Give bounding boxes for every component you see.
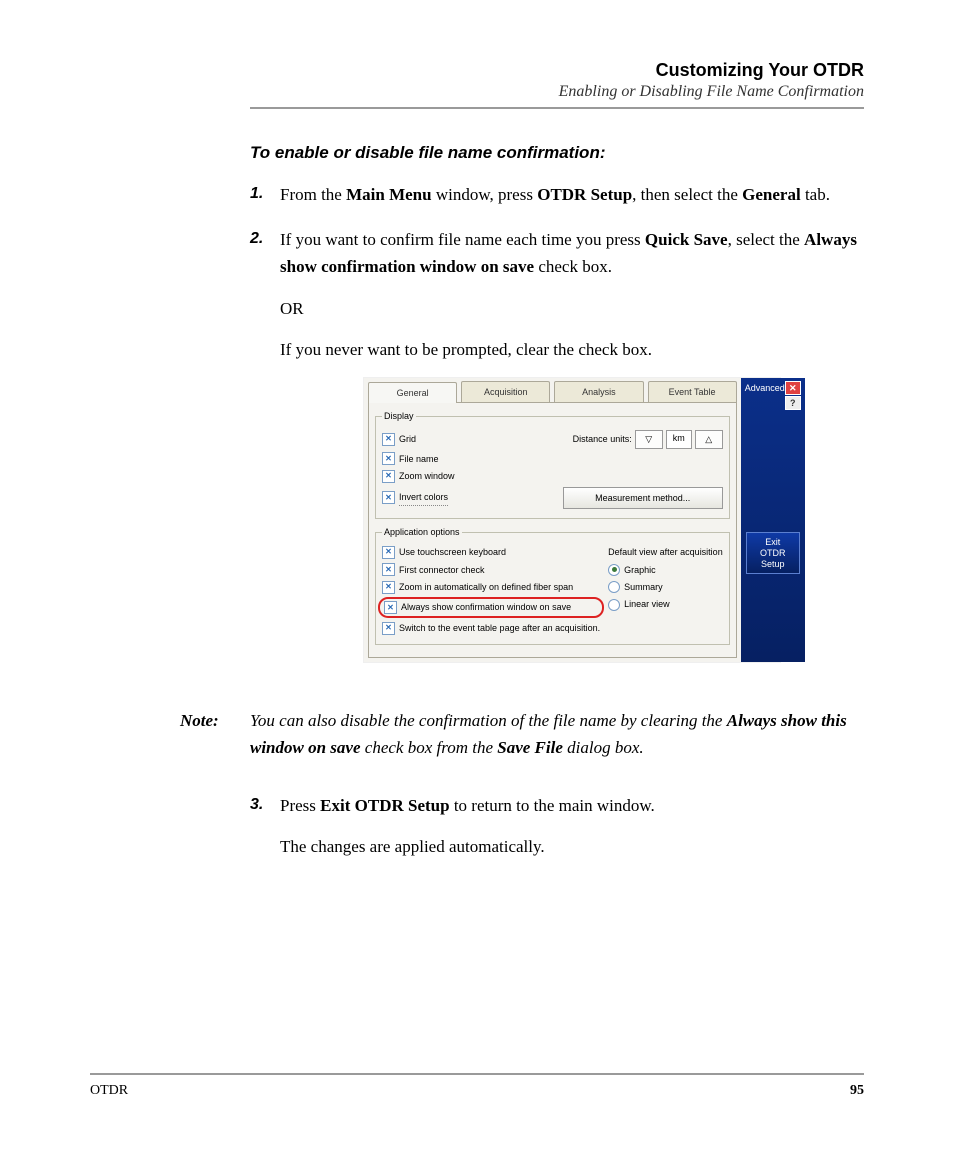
tab-acquisition[interactable]: Acquisition [461,381,550,402]
help-icon[interactable]: ? [785,396,801,410]
tab-general[interactable]: General [368,382,457,403]
label-auto-zoom: Zoom in automatically on defined fiber s… [399,580,573,594]
header-rule [250,107,864,109]
side-advanced-label: Advanced [745,381,785,395]
step-1: 1. From the Main Menu window, press OTDR… [250,181,864,208]
page-header: Customizing Your OTDR Enabling or Disabl… [270,60,864,101]
label-touch-keyboard: Use touchscreen keyboard [399,545,506,559]
footer-product: OTDR [90,1083,128,1099]
radio-linear[interactable] [608,599,620,611]
label-switch-event-table: Switch to the event table page after an … [399,621,600,635]
side-panel: Advanced ✕ ? Exit OTDR Setup [741,378,805,662]
checkbox-auto-zoom[interactable] [382,581,395,594]
note-block: Note: You can also disable the confirmat… [180,707,864,761]
step-number: 2. [250,226,280,687]
label-radio-summary: Summary [624,580,663,594]
label-radio-graphic: Graphic [624,563,656,577]
appopt-legend: Application options [382,525,462,539]
otdr-setup-screenshot: General Acquisition Analysis Event Table… [363,377,781,663]
measurement-method-button[interactable]: Measurement method... [563,487,723,509]
checkbox-switch-event-table[interactable] [382,622,395,635]
unit-up-button[interactable]: △ [695,430,723,449]
radio-graphic[interactable] [608,564,620,576]
highlighted-option: Always show confirmation window on save [378,597,604,617]
header-title: Customizing Your OTDR [270,60,864,81]
label-filename: File name [399,452,439,466]
default-view-label: Default view after acquisition [608,545,723,559]
step-2: 2. If you want to confirm file name each… [250,226,864,687]
close-icon[interactable]: ✕ [785,381,801,395]
label-zoom-window: Zoom window [399,469,455,483]
checkbox-grid[interactable] [382,433,395,446]
radio-summary[interactable] [608,581,620,593]
step-number: 1. [250,181,280,208]
unit-value: km [666,430,692,449]
checkbox-first-connector[interactable] [382,563,395,576]
tab-event-table[interactable]: Event Table [648,381,737,402]
step-2-alt: If you never want to be prompted, clear … [280,336,864,363]
section-title: To enable or disable file name confirmat… [250,143,864,163]
header-subtitle: Enabling or Disabling File Name Confirma… [270,83,864,101]
label-always-show-confirm: Always show confirmation window on save [401,600,571,614]
display-group: Display Grid Distance units: ▽ km [375,409,730,519]
display-legend: Display [382,409,416,423]
exit-otdr-setup-button[interactable]: Exit OTDR Setup [746,532,800,574]
step-or: OR [280,295,864,322]
tab-analysis[interactable]: Analysis [554,381,643,402]
checkbox-invert-colors[interactable] [382,491,395,504]
checkbox-filename[interactable] [382,452,395,465]
note-label: Note: [180,707,238,761]
distance-units-label: Distance units: [573,432,632,446]
label-first-connector: First connector check [399,563,485,577]
page-footer: OTDR 95 [90,1073,864,1099]
unit-down-button[interactable]: ▽ [635,430,663,449]
label-invert-colors: Invert colors [399,490,448,506]
application-options-group: Application options Use touchscreen keyb… [375,525,730,645]
checkbox-touch-keyboard[interactable] [382,546,395,559]
label-grid: Grid [399,432,416,446]
page-number: 95 [850,1083,864,1099]
label-radio-linear: Linear view [624,597,670,611]
step-3: 3. Press Exit OTDR Setup to return to th… [250,792,864,874]
checkbox-zoom-window[interactable] [382,470,395,483]
checkbox-always-show-confirm[interactable] [384,601,397,614]
step-number: 3. [250,792,280,874]
